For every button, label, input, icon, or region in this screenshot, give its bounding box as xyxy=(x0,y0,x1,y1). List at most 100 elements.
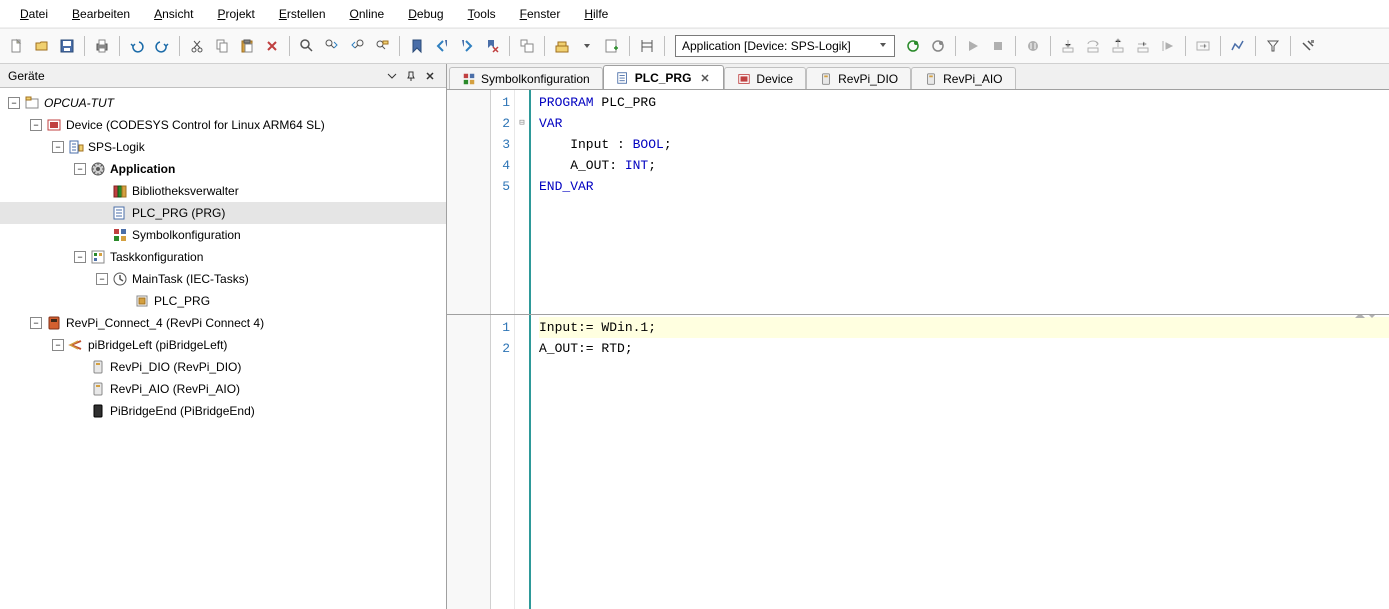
menu-online[interactable]: Online xyxy=(338,3,397,25)
revpi-icon xyxy=(46,315,62,331)
tree-item[interactable]: − piBridgeLeft (piBridgeLeft) xyxy=(0,334,446,356)
tree-item[interactable]: Bibliotheksverwalter xyxy=(0,180,446,202)
separator xyxy=(399,36,400,56)
stop-button[interactable] xyxy=(987,35,1009,57)
copy-button[interactable] xyxy=(211,35,233,57)
tree-item[interactable]: −MainTask (IEC-Tasks) xyxy=(0,268,446,290)
tree-label: OPCUA-TUT xyxy=(44,96,114,110)
open-button[interactable] xyxy=(31,35,53,57)
application-selector[interactable]: Application [Device: SPS-Logik] xyxy=(675,35,895,57)
bookmark-prev-button[interactable] xyxy=(431,35,453,57)
collapse-icon[interactable]: − xyxy=(96,273,108,285)
logout-button[interactable] xyxy=(927,35,949,57)
fold-gutter[interactable]: ⊟ xyxy=(515,90,531,314)
tab-plc-prg[interactable]: PLC_PRG xyxy=(603,65,725,89)
menu-projekt[interactable]: Projekt xyxy=(205,3,266,25)
collapse-icon[interactable]: − xyxy=(52,339,64,351)
tree-item[interactable]: −Application xyxy=(0,158,446,180)
filter-button[interactable] xyxy=(1262,35,1284,57)
tree-item[interactable]: PLC_PRG (PRG) xyxy=(0,202,446,224)
fold-gutter[interactable] xyxy=(515,315,531,609)
menu-fenster[interactable]: Fenster xyxy=(508,3,573,25)
undo-button[interactable] xyxy=(126,35,148,57)
execute-step-button[interactable] xyxy=(1157,35,1179,57)
step-over-button[interactable] xyxy=(1082,35,1104,57)
redo-button[interactable] xyxy=(151,35,173,57)
collapse-icon[interactable]: − xyxy=(30,317,42,329)
breakpoint-gutter[interactable] xyxy=(447,90,491,314)
body-code[interactable]: Input:= WDin.1;A_OUT:= RTD; xyxy=(531,315,1389,609)
bookmark-button[interactable] xyxy=(406,35,428,57)
close-icon[interactable] xyxy=(699,72,711,84)
collapse-icon[interactable]: − xyxy=(52,141,64,153)
new-pou-button[interactable] xyxy=(601,35,623,57)
pou-icon xyxy=(112,205,128,221)
declaration-pane[interactable]: 12345 ⊟ PROGRAM PLC_PRGVAR Input : BOOL;… xyxy=(447,90,1389,315)
tree-item[interactable]: −Taskkonfiguration xyxy=(0,246,446,268)
menu-ansicht[interactable]: Ansicht xyxy=(142,3,205,25)
breakpoint-gutter[interactable] xyxy=(447,315,491,609)
menu-tools[interactable]: Tools xyxy=(456,3,508,25)
menu-debug[interactable]: Debug xyxy=(396,3,455,25)
find-prev-button[interactable] xyxy=(346,35,368,57)
run-to-cursor-button[interactable] xyxy=(1132,35,1154,57)
tree-item[interactable]: PiBridgeEnd (PiBridgeEnd) xyxy=(0,400,446,422)
build-dropdown[interactable] xyxy=(576,35,598,57)
new-file-button[interactable] xyxy=(6,35,28,57)
collapse-icon[interactable]: − xyxy=(8,97,20,109)
tab-revpi-dio[interactable]: RevPi_DIO xyxy=(806,67,911,89)
tree-item[interactable]: PLC_PRG xyxy=(0,290,446,312)
tree-item[interactable]: − SPS-Logik xyxy=(0,136,446,158)
collapse-icon[interactable]: − xyxy=(30,119,42,131)
step-into-button[interactable] xyxy=(1057,35,1079,57)
breakpoint-button[interactable] xyxy=(1022,35,1044,57)
tree-label: SPS-Logik xyxy=(88,140,145,154)
sidebar-dropdown-icon[interactable] xyxy=(384,68,400,84)
tree-label: piBridgeLeft (piBridgeLeft) xyxy=(88,338,227,352)
delete-button[interactable] xyxy=(261,35,283,57)
menu-erstellen[interactable]: Erstellen xyxy=(267,3,338,25)
tab-device[interactable]: Device xyxy=(724,67,806,89)
start-button[interactable] xyxy=(962,35,984,57)
bookmark-clear-button[interactable] xyxy=(481,35,503,57)
copy-structure-button[interactable] xyxy=(516,35,538,57)
collapse-icon[interactable]: − xyxy=(74,251,86,263)
replace-button[interactable] xyxy=(371,35,393,57)
collapse-icon[interactable]: − xyxy=(74,163,86,175)
step-out-button[interactable] xyxy=(1107,35,1129,57)
find-button[interactable] xyxy=(296,35,318,57)
tab-symbolkonfiguration[interactable]: Symbolkonfiguration xyxy=(449,67,603,89)
login-button[interactable] xyxy=(902,35,924,57)
declaration-code[interactable]: PROGRAM PLC_PRGVAR Input : BOOL; A_OUT: … xyxy=(531,90,1389,314)
toggle-write-mode-button[interactable] xyxy=(1192,35,1214,57)
tree-item[interactable]: −RevPi_Connect_4 (RevPi Connect 4) xyxy=(0,312,446,334)
find-next-button[interactable] xyxy=(321,35,343,57)
settings-button[interactable] xyxy=(1297,35,1319,57)
save-button[interactable] xyxy=(56,35,78,57)
module-icon xyxy=(819,72,833,86)
bookmark-next-button[interactable] xyxy=(456,35,478,57)
sidebar-close-icon[interactable] xyxy=(422,68,438,84)
trace-button[interactable] xyxy=(1227,35,1249,57)
tree-item[interactable]: RevPi_AIO (RevPi_AIO) xyxy=(0,378,446,400)
tree-item[interactable]: −Device (CODESYS Control for Linux ARM64… xyxy=(0,114,446,136)
build-button[interactable] xyxy=(551,35,573,57)
code-editor: 12345 ⊟ PROGRAM PLC_PRGVAR Input : BOOL;… xyxy=(447,90,1389,609)
tab-revpi-aio[interactable]: RevPi_AIO xyxy=(911,67,1015,89)
print-button[interactable] xyxy=(91,35,113,57)
tree-item[interactable]: RevPi_DIO (RevPi_DIO) xyxy=(0,356,446,378)
symbol-icon xyxy=(112,227,128,243)
tree-item[interactable]: Symbolkonfiguration xyxy=(0,224,446,246)
splitter-icon[interactable] xyxy=(1351,315,1381,319)
menu-bearbeiten[interactable]: Bearbeiten xyxy=(60,3,142,25)
menu-hilfe[interactable]: Hilfe xyxy=(572,3,620,25)
sidebar-pin-icon[interactable] xyxy=(403,68,419,84)
cut-button[interactable] xyxy=(186,35,208,57)
menu-datei[interactable]: Datei xyxy=(8,3,60,25)
body-pane[interactable]: 12 Input:= WDin.1;A_OUT:= RTD; xyxy=(447,315,1389,609)
tree-item[interactable]: − OPCUA-TUT xyxy=(0,92,446,114)
paste-button[interactable] xyxy=(236,35,258,57)
device-tree[interactable]: −OPCUA-TUT−Device (CODESYS Control for L… xyxy=(0,88,446,609)
plc-icon xyxy=(68,139,84,155)
ladder-button[interactable] xyxy=(636,35,658,57)
